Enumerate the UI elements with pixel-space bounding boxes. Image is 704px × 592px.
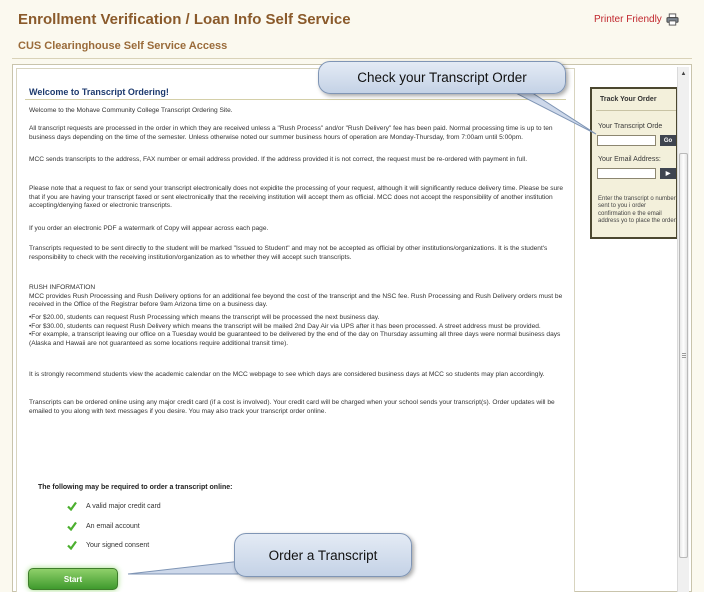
requirement-item: An email account — [67, 521, 140, 531]
scroll-up-arrow[interactable]: ▲ — [678, 69, 689, 79]
requirement-label: A valid major credit card — [86, 502, 161, 510]
track-help-text: Enter the transcript o number sent to yo… — [598, 196, 678, 224]
order-transcript-callout: Order a Transcript — [234, 533, 412, 577]
page-subtitle: CUS Clearinghouse Self Service Access — [18, 40, 228, 52]
check-icon — [67, 501, 77, 511]
requirement-item: Your signed consent — [67, 540, 149, 550]
processing-paragraph: All transcript requests are processed in… — [29, 125, 553, 141]
intro-paragraph: Welcome to the Mohave Community College … — [29, 107, 233, 114]
order-number-label: Your Transcript Orde — [598, 123, 663, 130]
grip-line — [682, 353, 686, 354]
welcome-heading: Welcome to Transcript Ordering! — [29, 87, 169, 97]
check-icon — [67, 521, 77, 531]
requirement-label: An email account — [86, 522, 140, 530]
grip-line — [682, 357, 686, 358]
printer-friendly-label[interactable]: Printer Friendly — [594, 14, 662, 25]
requirement-item: A valid major credit card — [67, 501, 161, 511]
title-divider — [12, 58, 692, 59]
welcome-divider — [25, 99, 566, 100]
pdf-paragraph: If you order an electronic PDF a waterma… — [29, 225, 269, 232]
grip-line — [682, 355, 686, 356]
vertical-scrollbar[interactable]: ▲ — [677, 67, 689, 592]
email-address-label: Your Email Address: — [598, 156, 661, 163]
credit-card-paragraph: Transcripts can be ordered online using … — [29, 399, 555, 415]
start-button[interactable]: Start — [28, 568, 118, 590]
printer-friendly-link[interactable]: Printer Friendly — [594, 13, 679, 26]
calendar-paragraph: It is strongly recommend students view t… — [29, 371, 545, 378]
check-order-callout: Check your Transcript Order — [318, 61, 566, 94]
order-number-input[interactable] — [597, 135, 656, 146]
track-order-title: Track Your Order — [600, 96, 657, 103]
page-title: Enrollment Verification / Loan Info Self… — [18, 11, 351, 28]
address-paragraph: MCC sends transcripts to the address, FA… — [29, 156, 528, 163]
rush-fees-paragraph: •For $20.00, students can request Rush P… — [29, 314, 561, 347]
printer-icon[interactable] — [666, 13, 679, 26]
email-address-input[interactable] — [597, 168, 656, 179]
requirements-heading: The following may be required to order a… — [38, 484, 233, 491]
track-divider — [596, 110, 676, 111]
transcript-info-panel: Welcome to Transcript Ordering! Welcome … — [16, 68, 575, 592]
track-order-panel: Track Your Order Your Transcript Orde Go… — [590, 87, 678, 239]
requirement-label: Your signed consent — [86, 541, 150, 549]
scroll-thumb[interactable] — [679, 153, 688, 558]
check-icon — [67, 540, 77, 550]
email-go-button[interactable]: ▶ — [660, 168, 676, 179]
student-issued-paragraph: Transcripts requested to be sent directl… — [29, 245, 548, 261]
rush-info-paragraph: RUSH INFORMATION MCC provides Rush Proce… — [29, 284, 563, 308]
order-go-button[interactable]: Go — [660, 135, 676, 146]
fax-paragraph: Please note that a request to fax or sen… — [29, 185, 564, 209]
